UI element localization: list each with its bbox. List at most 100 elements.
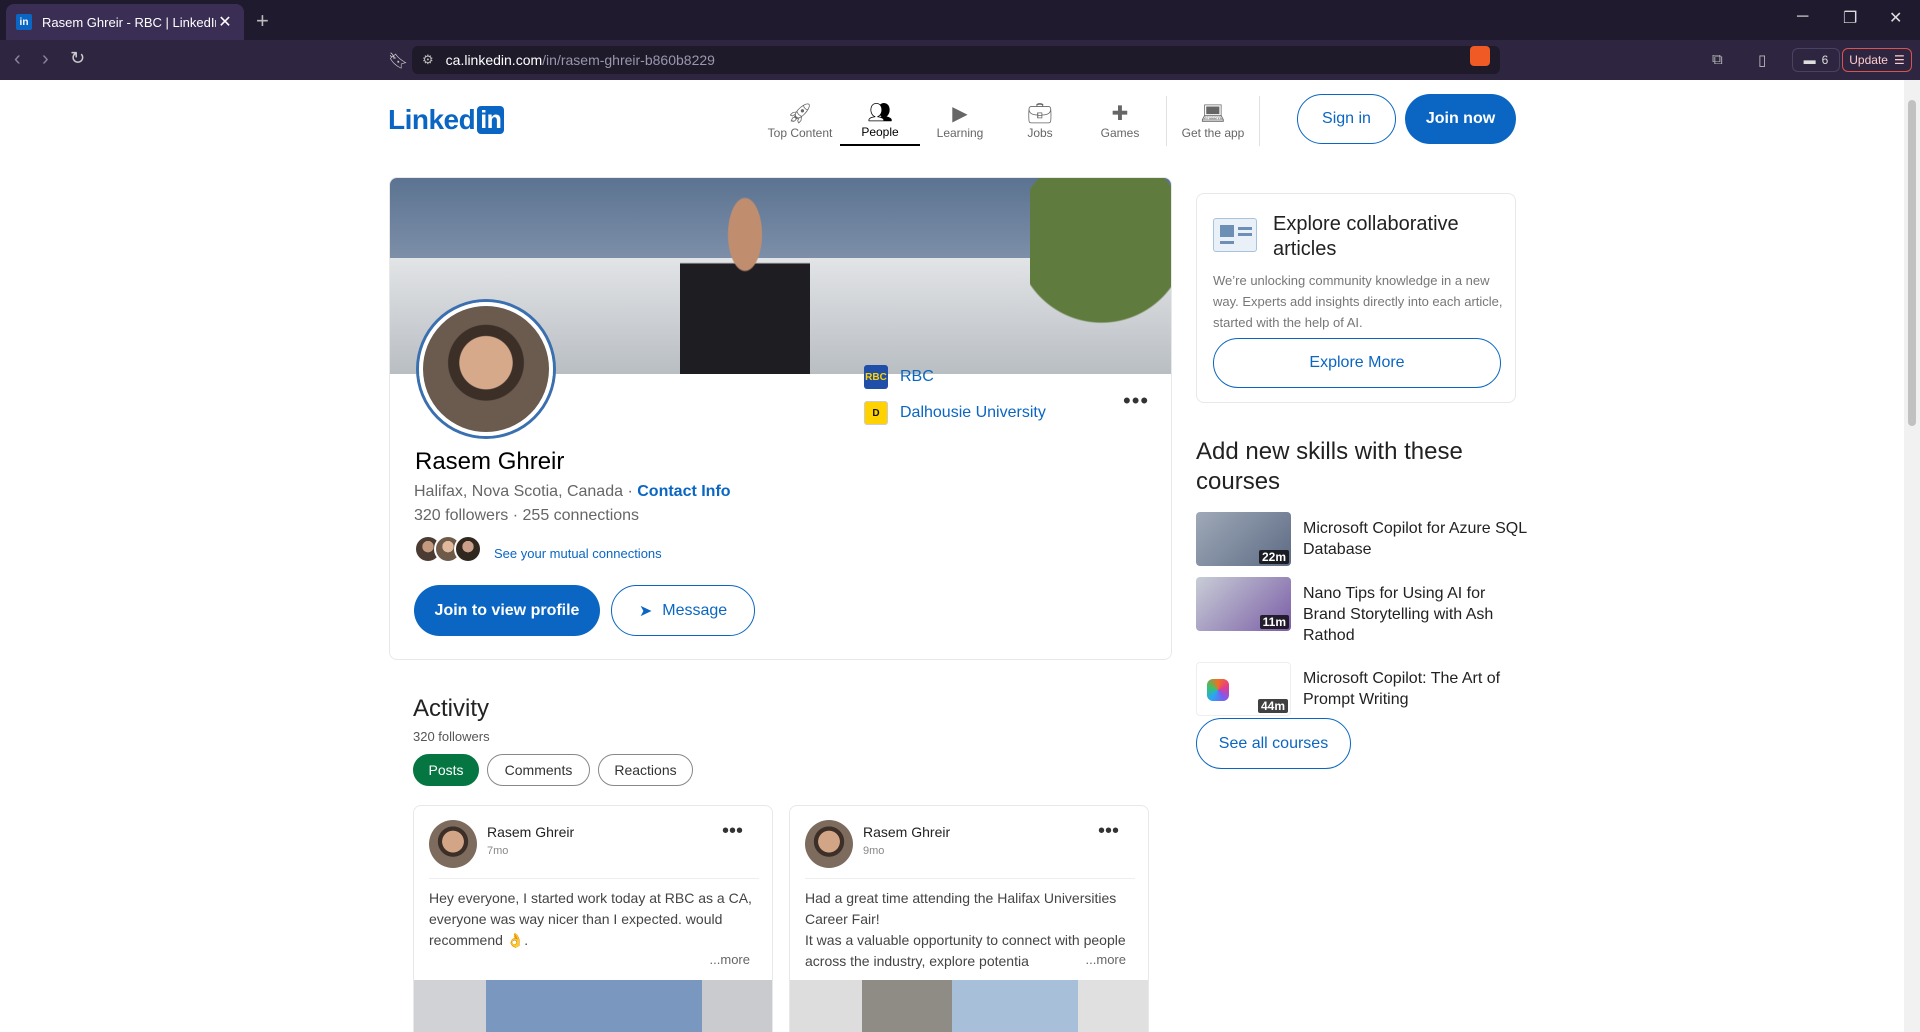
org-name: Dalhousie University xyxy=(900,404,1046,421)
restore-icon[interactable]: ❐ xyxy=(1843,8,1857,28)
url-path: /in/rasem-ghreir-b860b8229 xyxy=(542,52,715,68)
page-scrollbar[interactable] xyxy=(1904,80,1920,1032)
send-icon: ➤ xyxy=(638,602,653,620)
explore-more-button[interactable]: Explore More xyxy=(1213,338,1501,388)
people-icon: 👥︎ xyxy=(867,102,893,124)
course-title[interactable]: Microsoft Copilot: The Art of Prompt Wri… xyxy=(1303,668,1528,710)
profile-name: Rasem Ghreir xyxy=(415,448,565,475)
avatar[interactable] xyxy=(805,820,853,868)
message-button[interactable]: ➤ Message xyxy=(611,585,755,636)
profile-avatar[interactable] xyxy=(419,302,553,436)
course-duration: 11m xyxy=(1259,615,1289,629)
linkedin-logo[interactable]: Linked in xyxy=(388,104,505,136)
org-name: RBC xyxy=(900,368,934,385)
nav-label: Jobs xyxy=(1027,126,1053,140)
message-label: Message xyxy=(662,601,728,619)
course-title[interactable]: Nano Tips for Using AI for Brand Storyte… xyxy=(1303,583,1528,646)
course-duration: 44m xyxy=(1257,699,1288,713)
browser-toolbar: ‹ › ↻ 🔖︎ ⚙ ca.linkedin.com/in/rasem-ghre… xyxy=(0,40,1920,80)
wallet-button[interactable]: ▬ 6 xyxy=(1792,48,1840,72)
tab-comments[interactable]: Comments xyxy=(487,754,590,786)
tab-reactions[interactable]: Reactions xyxy=(598,754,693,786)
browser-tab[interactable]: in Rasem Ghreir - RBC | LinkedIn ✕ xyxy=(6,4,244,40)
sign-in-button[interactable]: Sign in xyxy=(1297,94,1396,144)
nav-learning[interactable]: ▶ Learning xyxy=(920,96,1000,146)
brave-shield-icon[interactable] xyxy=(1470,46,1490,66)
nav-label: People xyxy=(861,125,899,139)
skills-title: Add new skills with these courses xyxy=(1196,438,1463,495)
collab-articles-card: Explore collaborative articles We’re unl… xyxy=(1196,193,1516,403)
new-tab-icon[interactable]: + xyxy=(256,8,269,34)
nav-divider xyxy=(1166,96,1167,146)
screenshot-icon[interactable]: ⧉ xyxy=(1712,51,1723,68)
bookmark-icon[interactable]: 🔖︎ xyxy=(388,51,408,71)
sidebar-icon[interactable]: ▯ xyxy=(1758,51,1766,69)
close-tab-icon[interactable]: ✕ xyxy=(216,12,234,32)
post-image[interactable] xyxy=(790,980,1148,1032)
course-title[interactable]: Microsoft Copilot for Azure SQL Database xyxy=(1303,518,1528,560)
window-close-icon[interactable]: ✕ xyxy=(1889,8,1902,28)
collab-description: We’re unlocking community knowledge in a… xyxy=(1213,273,1503,330)
nav-label: Get the app xyxy=(1181,126,1245,140)
linkedin-favicon-icon: in xyxy=(16,14,32,30)
reload-icon[interactable]: ↻ xyxy=(70,48,85,69)
post-card[interactable]: Rasem Ghreir 9mo ••• Had a great time at… xyxy=(789,805,1149,1032)
address-bar[interactable]: ⚙ ca.linkedin.com/in/rasem-ghreir-b860b8… xyxy=(412,46,1500,74)
site-settings-icon[interactable]: ⚙ xyxy=(422,52,434,68)
post-more-icon[interactable]: ••• xyxy=(1098,820,1119,843)
nav-label: Top Content xyxy=(767,126,833,140)
nav-top-content[interactable]: 🚀︎ Top Content xyxy=(760,96,840,146)
cover-person-shape xyxy=(680,188,810,374)
profile-stats: 320 followers · 255 connections xyxy=(414,507,639,525)
avatar[interactable] xyxy=(429,820,477,868)
nav-get-the-app[interactable]: 💻︎ Get the app xyxy=(1173,96,1253,146)
logo-text: Linked xyxy=(388,104,476,135)
course-thumbnail[interactable]: 22m xyxy=(1196,512,1291,566)
post-image[interactable] xyxy=(414,980,772,1032)
copilot-logo-icon xyxy=(1207,679,1229,701)
tab-title: Rasem Ghreir - RBC | LinkedIn xyxy=(42,14,216,30)
nav-games[interactable]: ✚ Games xyxy=(1080,96,1160,146)
logo-in-badge: in xyxy=(477,106,505,134)
mutual-avatars[interactable] xyxy=(414,535,482,563)
course-thumbnail[interactable]: 44m xyxy=(1196,662,1291,716)
update-button[interactable]: Update ☰ xyxy=(1842,48,1912,72)
connections-count: 255 connections xyxy=(522,507,640,524)
org-dalhousie[interactable]: D Dalhousie University xyxy=(864,401,1046,425)
mutual-connections-link[interactable]: See your mutual connections xyxy=(494,546,662,561)
contact-info-link[interactable]: Contact Info xyxy=(637,483,730,500)
top-nav: 🚀︎ Top Content 👥︎ People ▶ Learning 💼︎ J… xyxy=(760,96,1266,146)
org-rbc[interactable]: RBC RBC xyxy=(864,365,934,389)
tab-posts[interactable]: Posts xyxy=(413,754,479,786)
forward-icon[interactable]: › xyxy=(42,48,49,71)
see-all-courses-button[interactable]: See all courses xyxy=(1196,718,1351,769)
join-now-button[interactable]: Join now xyxy=(1405,94,1516,144)
nav-label: Games xyxy=(1100,126,1140,140)
profile-location-line: Halifax, Nova Scotia, Canada · Contact I… xyxy=(414,483,731,501)
followers-count: 320 followers xyxy=(414,507,509,524)
scroll-thumb[interactable] xyxy=(1908,100,1916,426)
minimize-icon[interactable]: ─ xyxy=(1797,8,1808,26)
briefcase-icon: 💼︎ xyxy=(1027,103,1053,125)
activity-followers: 320 followers xyxy=(413,729,490,744)
more-options-icon[interactable]: ••• xyxy=(1123,388,1149,414)
post-more-icon[interactable]: ••• xyxy=(722,820,743,843)
nav-label: Learning xyxy=(936,126,984,140)
post-card[interactable]: Rasem Ghreir 7mo ••• Hey everyone, I sta… xyxy=(413,805,773,1032)
collab-title: Explore collaborative articles xyxy=(1273,213,1459,260)
course-duration: 22m xyxy=(1258,550,1289,564)
post-author[interactable]: Rasem Ghreir xyxy=(487,824,574,840)
nav-jobs[interactable]: 💼︎ Jobs xyxy=(1000,96,1080,146)
nav-people[interactable]: 👥︎ People xyxy=(840,96,920,146)
menu-icon: ☰ xyxy=(1893,53,1905,67)
join-to-view-profile-button[interactable]: Join to view profile xyxy=(414,585,600,636)
back-icon[interactable]: ‹ xyxy=(14,48,21,71)
post-more-link[interactable]: ...more xyxy=(705,952,750,967)
update-label: Update xyxy=(1849,53,1888,67)
wallet-count: 6 xyxy=(1821,53,1829,67)
post-more-link[interactable]: ...more xyxy=(1081,952,1126,967)
course-thumbnail[interactable]: 11m xyxy=(1196,577,1291,631)
post-author[interactable]: Rasem Ghreir xyxy=(863,824,950,840)
divider xyxy=(805,878,1135,879)
avatar xyxy=(454,535,482,563)
